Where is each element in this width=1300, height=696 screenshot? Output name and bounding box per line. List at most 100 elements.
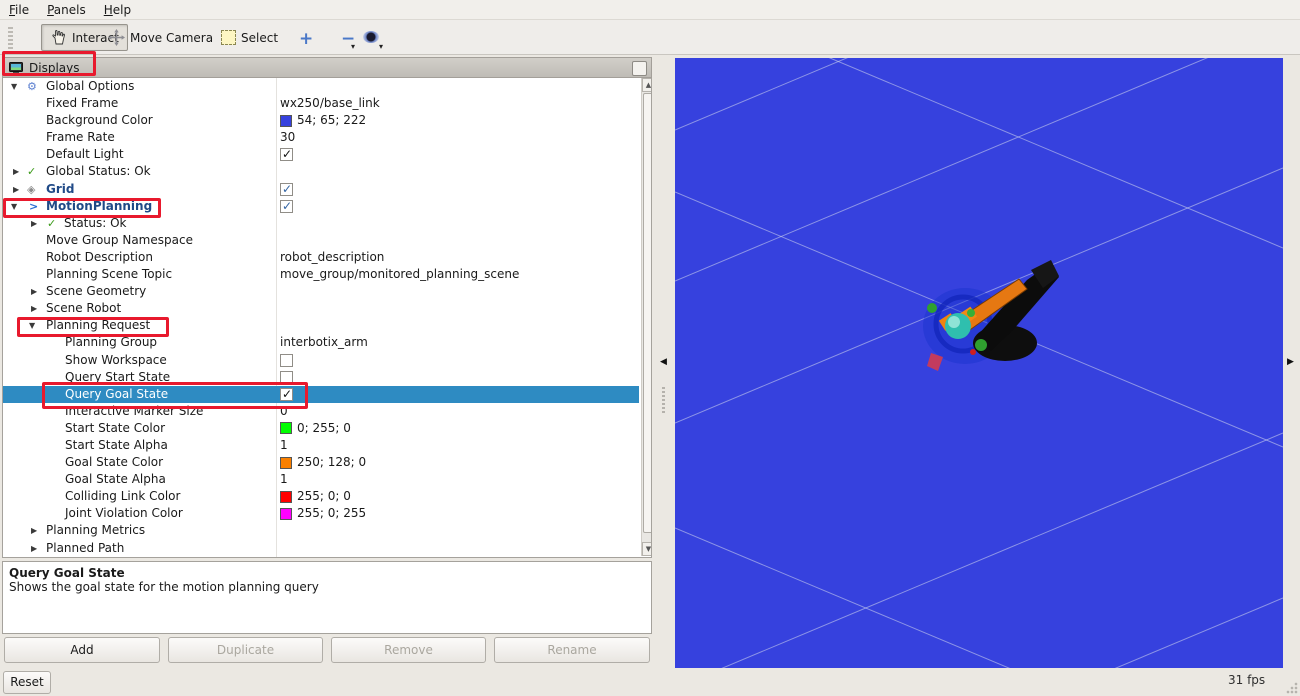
expander-open-icon[interactable]: ▼ — [11, 198, 17, 215]
color-swatch[interactable] — [280, 422, 292, 434]
tree-row-scene-robot[interactable]: ▶ Scene Robot — [3, 300, 639, 317]
motionplanning-enabled-checkbox[interactable] — [280, 200, 293, 213]
tree-row-interactive-marker-size[interactable]: Interactive Marker Size 0 — [3, 403, 639, 420]
start-state-alpha-value[interactable]: 1 — [280, 437, 288, 454]
add-tool-button[interactable]: + — [299, 29, 313, 49]
motionplanning-display-icon: > — [29, 198, 38, 215]
grid-enabled-checkbox[interactable] — [280, 183, 293, 196]
tree-row-query-goal-state[interactable]: Query Goal State — [3, 386, 639, 403]
expander-closed-icon[interactable]: ▶ — [31, 540, 37, 557]
scroll-down-icon[interactable]: ▼ — [642, 542, 652, 556]
show-workspace-checkbox[interactable] — [280, 354, 293, 367]
expander-open-icon[interactable]: ▼ — [29, 317, 35, 334]
description-title: Query Goal State — [9, 566, 645, 580]
rename-display-button[interactable]: Rename — [494, 637, 650, 663]
planning-group-value[interactable]: interbotix_arm — [280, 334, 368, 351]
3d-viewport[interactable] — [675, 58, 1283, 668]
tree-row-query-start-state[interactable]: Query Start State — [3, 369, 639, 386]
tree-row-show-workspace[interactable]: Show Workspace — [3, 352, 639, 369]
splitter-handle[interactable] — [662, 387, 665, 413]
color-swatch[interactable] — [280, 115, 292, 127]
tree-row-global-status[interactable]: ▶ ✓ Global Status: Ok — [3, 163, 639, 180]
menu-help[interactable]: Help — [95, 1, 140, 19]
tree-row-colliding-link-color[interactable]: Colliding Link Color 255; 0; 0 — [3, 488, 639, 505]
query-goal-state-checkbox[interactable] — [280, 388, 293, 401]
remove-tool-caret-icon[interactable]: ▾ — [351, 42, 355, 51]
hand-cursor-icon — [50, 29, 67, 46]
tree-scrollbar[interactable]: ▲ ▼ — [641, 78, 652, 556]
expander-closed-icon[interactable]: ▶ — [31, 215, 37, 232]
expander-closed-icon[interactable]: ▶ — [13, 163, 19, 180]
displays-panel-titlebar[interactable]: Displays — [2, 57, 652, 78]
tree-row-planning-request[interactable]: ▼ Planning Request — [3, 317, 639, 334]
fps-counter: 31 fps — [1228, 673, 1265, 687]
move-camera-tool-button[interactable]: Move Camera — [99, 24, 222, 51]
displays-button-row: Add Duplicate Remove Rename — [0, 637, 654, 664]
tree-row-planning-metrics[interactable]: ▶ Planning Metrics — [3, 522, 639, 539]
joint-violation-color-value[interactable]: 255; 0; 255 — [297, 505, 366, 522]
start-state-color-value[interactable]: 0; 255; 0 — [297, 420, 351, 437]
tree-row-mp-status[interactable]: ▶ ✓ Status: Ok — [3, 215, 639, 232]
panel-float-button[interactable] — [632, 61, 647, 76]
expander-closed-icon[interactable]: ▶ — [31, 300, 37, 317]
tree-row-motionplanning[interactable]: ▼ > MotionPlanning — [3, 198, 639, 215]
remove-display-button[interactable]: Remove — [331, 637, 486, 663]
interactive-marker-size-value[interactable]: 0 — [280, 403, 288, 420]
displays-panel-title: Displays — [29, 61, 79, 75]
tree-row-start-state-alpha[interactable]: Start State Alpha 1 — [3, 437, 639, 454]
right-panel-splitter[interactable]: ▶ — [1283, 57, 1300, 668]
tree-row-goal-state-color[interactable]: Goal State Color 250; 128; 0 — [3, 454, 639, 471]
focus-camera-icon[interactable] — [363, 31, 379, 43]
tree-row-goal-state-alpha[interactable]: Goal State Alpha 1 — [3, 471, 639, 488]
scrollbar-thumb[interactable] — [643, 93, 652, 533]
duplicate-display-button[interactable]: Duplicate — [168, 637, 323, 663]
expander-closed-icon[interactable]: ▶ — [13, 181, 19, 198]
robot-description-value[interactable]: robot_description — [280, 249, 384, 266]
expander-closed-icon[interactable]: ▶ — [31, 522, 37, 539]
background-color-value[interactable]: 54; 65; 222 — [297, 112, 366, 129]
tree-row-joint-violation-color[interactable]: Joint Violation Color 255; 0; 255 — [3, 505, 639, 522]
window-resize-grip[interactable] — [1286, 682, 1298, 694]
menu-file[interactable]: File — [0, 1, 38, 19]
tree-row-fixed-frame[interactable]: Fixed Frame wx250/base_link — [3, 95, 639, 112]
panel-splitter[interactable]: ◀ — [652, 57, 675, 668]
query-start-state-checkbox[interactable] — [280, 371, 293, 384]
planning-scene-topic-value[interactable]: move_group/monitored_planning_scene — [280, 266, 519, 283]
select-tool-button[interactable]: Select — [212, 24, 287, 51]
tree-row-background-color[interactable]: Background Color 54; 65; 222 — [3, 112, 639, 129]
scroll-up-icon[interactable]: ▲ — [642, 78, 652, 92]
frame-rate-value[interactable]: 30 — [280, 129, 295, 146]
tree-row-robot-description[interactable]: Robot Description robot_description — [3, 249, 639, 266]
tree-row-start-state-color[interactable]: Start State Color 0; 255; 0 — [3, 420, 639, 437]
tree-row-move-group-namespace[interactable]: Move Group Namespace — [3, 232, 639, 249]
reset-button[interactable]: Reset — [3, 671, 51, 694]
fixed-frame-value[interactable]: wx250/base_link — [280, 95, 380, 112]
collapse-left-icon[interactable]: ◀ — [660, 357, 667, 367]
tree-row-default-light[interactable]: Default Light — [3, 146, 639, 163]
tree-row-planned-path[interactable]: ▶ Planned Path — [3, 540, 639, 557]
focus-camera-caret-icon[interactable]: ▾ — [379, 42, 383, 51]
add-display-button[interactable]: Add — [4, 637, 160, 663]
tree-row-global-options[interactable]: ▼ ⚙ Global Options — [3, 78, 639, 95]
toolbar-drag-handle[interactable] — [8, 27, 13, 49]
expand-right-icon[interactable]: ▶ — [1287, 357, 1294, 367]
grid-display-icon: ◈ — [27, 181, 35, 198]
expander-open-icon[interactable]: ▼ — [11, 78, 17, 95]
expander-closed-icon[interactable]: ▶ — [31, 283, 37, 300]
tree-row-grid[interactable]: ▶ ◈ Grid — [3, 181, 639, 198]
toolbar: Interact Move Camera Select + − ▾ ▾ — [0, 20, 1300, 55]
tree-row-planning-scene-topic[interactable]: Planning Scene Topic move_group/monitore… — [3, 266, 639, 283]
tree-row-planning-group[interactable]: Planning Group interbotix_arm — [3, 334, 639, 351]
color-swatch[interactable] — [280, 491, 292, 503]
colliding-link-color-value[interactable]: 255; 0; 0 — [297, 488, 351, 505]
color-swatch[interactable] — [280, 457, 292, 469]
tree-row-scene-geometry[interactable]: ▶ Scene Geometry — [3, 283, 639, 300]
goal-state-alpha-value[interactable]: 1 — [280, 471, 288, 488]
move-camera-tool-label: Move Camera — [130, 31, 213, 45]
default-light-checkbox[interactable] — [280, 148, 293, 161]
tree-row-frame-rate[interactable]: Frame Rate 30 — [3, 129, 639, 146]
color-swatch[interactable] — [280, 508, 292, 520]
goal-state-color-value[interactable]: 250; 128; 0 — [297, 454, 366, 471]
menu-panels[interactable]: Panels — [38, 1, 95, 19]
ground-grid-lines — [675, 58, 1283, 668]
